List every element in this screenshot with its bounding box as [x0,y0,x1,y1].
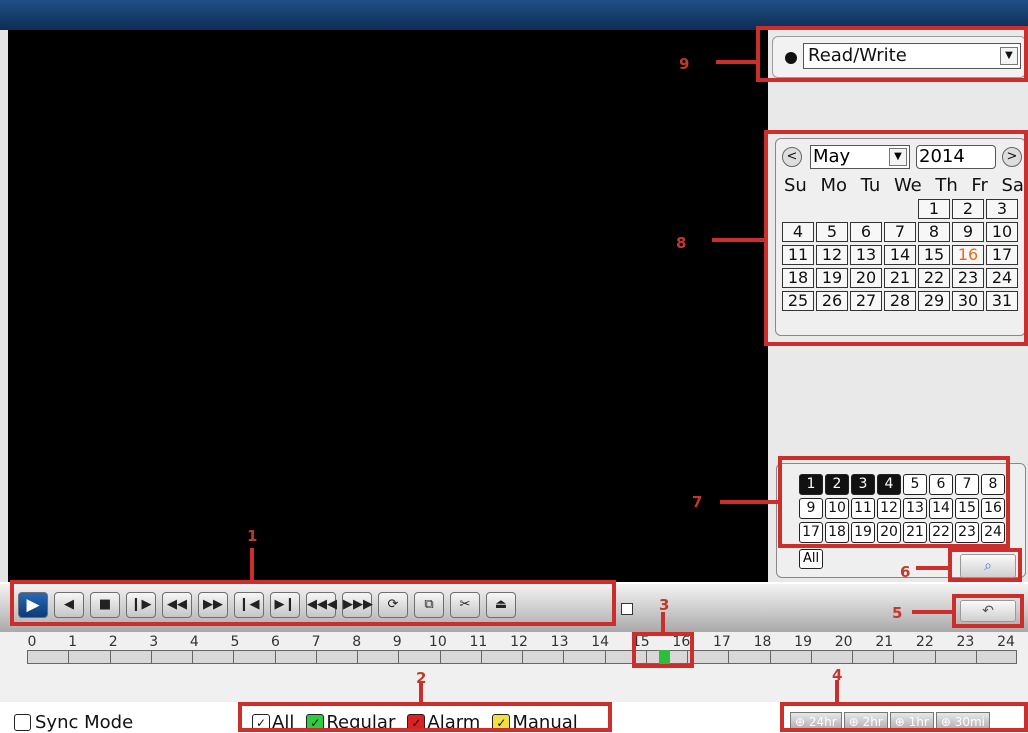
annotation-number: 7 [692,493,703,511]
timeline-hour-label: 0 [27,634,37,650]
timeline-tick [233,650,235,664]
timeline-hour-label: 2 [108,634,118,650]
timeline-tick [357,650,358,664]
annotation-leader [250,548,254,580]
timeline-hour-label: 22 [915,634,934,650]
timeline-tick [852,650,853,664]
timeline-tick [480,650,482,664]
timeline-tick [439,650,441,664]
annotation-number: 2 [416,669,427,687]
annotation-box [948,548,1022,582]
annotation-number: 8 [676,234,687,252]
timeline-tick [192,650,193,664]
timeline-hour-label: 12 [510,634,528,650]
sync-mode-label: Sync Mode [35,712,134,733]
annotation-leader [916,566,948,570]
sync-mode-checkbox[interactable] [14,714,31,731]
annotation-box [780,702,1028,732]
timeline-hour-label: 17 [712,634,731,650]
timeline-tick [604,650,606,664]
annotation-leader [661,612,665,632]
annotation-box [10,580,616,626]
left-border [0,30,8,582]
checkbox[interactable] [621,603,633,615]
timeline-tick [934,650,936,664]
annotation-number: 5 [892,604,903,622]
annotation-box [764,130,1028,346]
timeline-hour-label: 18 [753,634,772,650]
annotation-number: 9 [679,55,690,73]
timeline-hour-label: 5 [230,634,240,650]
timeline-hour-label: 23 [956,634,975,650]
timeline-hour-label: 4 [189,634,199,650]
timeline-hour-label: 6 [271,634,280,650]
annotation-box [778,456,1010,548]
timeline-hour-label: 10 [428,634,447,650]
timeline-tick [315,650,317,664]
channel-all-button[interactable]: All [799,549,823,569]
timeline-hour-label: 1 [68,634,78,650]
annotation-leader [720,500,778,504]
timeline-tick [563,650,565,664]
timeline-tick [68,650,70,664]
timeline-tick [810,650,812,664]
annotation-number: 1 [247,527,258,545]
timeline-tick [893,650,895,664]
timeline-hour-label: 19 [794,634,812,650]
annotation-box [756,26,1028,82]
timeline-hour-label: 24 [997,634,1015,650]
timeline-hour-label: 14 [591,634,610,650]
annotation-box [238,702,612,732]
timeline-tick [398,650,400,664]
timeline-tick [728,650,730,664]
timeline-tick [769,650,771,664]
timeline-hour-label: 11 [469,634,488,650]
annotation-leader [716,60,756,64]
timeline-tick [150,650,152,664]
timeline-hour-label: 7 [311,634,321,650]
sync-mode[interactable]: Sync Mode [14,712,133,733]
annotation-box [632,632,694,668]
video-display[interactable] [8,30,768,582]
timeline-tick [109,650,111,664]
annotation-box [952,594,1024,628]
annotation-leader [912,610,952,614]
timeline-tick [522,650,523,664]
timeline-hour-label: 3 [149,634,159,650]
timeline-hour-label: 8 [352,634,362,650]
annotation-number: 6 [900,563,911,581]
timeline-tick [274,650,276,664]
timeline-hour-label: 13 [550,634,569,650]
annotation-leader [712,238,764,242]
timeline-tick [975,650,977,664]
timeline-hour-label: 20 [834,634,853,650]
annotation-number: 3 [659,596,670,614]
timeline-hour-label: 21 [875,634,894,650]
annotation-number: 4 [832,666,843,684]
timeline-hour-label: 9 [392,634,402,650]
